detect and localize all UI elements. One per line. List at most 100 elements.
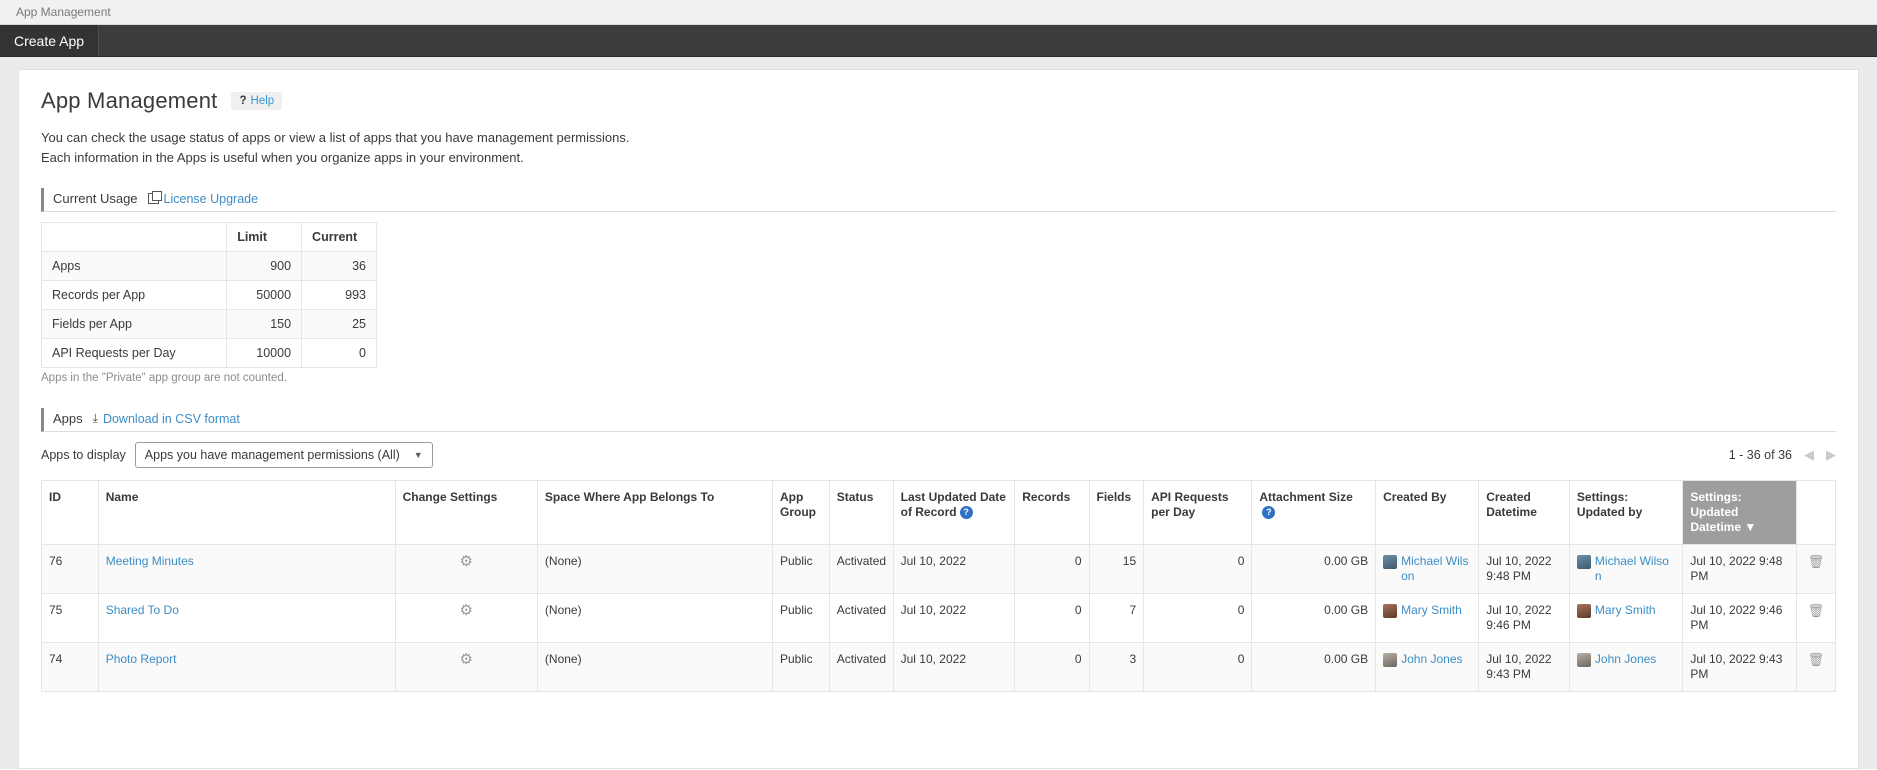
- apps-col-settings-updated-by[interactable]: Settings: Updated by: [1568, 480, 1684, 545]
- cell-created-by[interactable]: John Jones: [1375, 642, 1480, 692]
- usage-limit: 900: [226, 251, 303, 281]
- apps-col-api-requests[interactable]: API Requests per Day: [1143, 480, 1253, 545]
- cell-app-group: Public: [771, 642, 830, 692]
- apps-col-settings-updated-datetime-label: Settings: Updated Datetime: [1690, 490, 1742, 534]
- created-by-link[interactable]: John Jones: [1401, 652, 1462, 667]
- gear-icon[interactable]: ⚙: [460, 603, 473, 618]
- gear-icon[interactable]: ⚙: [460, 652, 473, 667]
- apps-col-fields[interactable]: Fields: [1088, 480, 1145, 545]
- apps-col-space[interactable]: Space Where App Belongs To: [536, 480, 773, 545]
- usage-label: Records per App: [40, 280, 228, 310]
- cell-delete[interactable]: 🗑: [1795, 593, 1837, 643]
- apps-to-display-select[interactable]: Apps you have management permissions (Al…: [134, 442, 433, 468]
- help-bubble-icon[interactable]: ?: [1262, 506, 1276, 520]
- help-bubble-icon[interactable]: ?: [959, 506, 973, 520]
- cell-change-settings[interactable]: ⚙: [394, 544, 538, 594]
- cell-space: (None): [536, 593, 773, 643]
- usage-current: 993: [301, 280, 377, 310]
- cell-api-requests: 0: [1143, 642, 1253, 692]
- license-upgrade-label: License Upgrade: [163, 191, 259, 206]
- apps-col-attachment-size[interactable]: Attachment Size?: [1251, 480, 1377, 545]
- cell-change-settings[interactable]: ⚙: [394, 593, 538, 643]
- avatar: [1576, 653, 1591, 667]
- pagination-next-icon[interactable]: ▶: [1826, 447, 1836, 463]
- cell-name[interactable]: Photo Report: [97, 642, 396, 692]
- breadcrumb: App Management: [16, 5, 111, 19]
- cell-name[interactable]: Meeting Minutes: [97, 544, 396, 594]
- usage-col-current: Current: [301, 222, 377, 252]
- cell-settings-updated-by[interactable]: Michael Wilson: [1568, 544, 1684, 594]
- pagination-count: 1 - 36 of 36: [1728, 448, 1792, 462]
- trash-icon[interactable]: 🗑: [1808, 652, 1825, 667]
- apps-col-created-by[interactable]: Created By: [1375, 480, 1480, 545]
- created-by-link[interactable]: Michael Wilson: [1401, 554, 1471, 584]
- pagination-prev-icon[interactable]: ◀: [1804, 447, 1814, 463]
- current-usage-table: Limit Current Apps 900 36 Records per Ap…: [40, 222, 377, 368]
- table-row[interactable]: 76 Meeting Minutes ⚙ (None) Public Activ…: [41, 544, 1837, 594]
- cell-settings-updated-by[interactable]: Mary Smith: [1568, 593, 1684, 643]
- table-row[interactable]: 75 Shared To Do ⚙ (None) Public Activate…: [41, 593, 1837, 643]
- apps-table: ID Name Change Settings Space Where App …: [41, 480, 1837, 692]
- table-row[interactable]: 74 Photo Report ⚙ (None) Public Activate…: [41, 642, 1837, 692]
- usage-header-row: Limit Current: [40, 222, 377, 252]
- apps-col-created-datetime[interactable]: Created Datetime: [1478, 480, 1570, 545]
- download-csv-label: Download in CSV format: [102, 411, 240, 426]
- app-name-link[interactable]: Photo Report: [106, 652, 177, 666]
- apps-col-change-settings[interactable]: Change Settings: [394, 480, 538, 545]
- cell-space: (None): [536, 544, 773, 594]
- apps-col-name[interactable]: Name: [97, 480, 396, 545]
- apps-col-last-updated-record[interactable]: Last Updated Date of Record?: [892, 480, 1016, 545]
- apps-col-app-group[interactable]: App Group: [771, 480, 830, 545]
- cell-api-requests: 0: [1143, 544, 1253, 594]
- apps-filter-left: Apps to display Apps you have management…: [41, 442, 433, 468]
- create-app-button[interactable]: Create App: [0, 25, 100, 56]
- avatar: [1383, 604, 1398, 618]
- page-title: App Management: [41, 88, 218, 113]
- cell-delete[interactable]: 🗑: [1795, 544, 1837, 594]
- settings-updated-by-link[interactable]: John Jones: [1595, 652, 1656, 667]
- cell-created-by[interactable]: Michael Wilson: [1375, 544, 1480, 594]
- cell-status: Activated: [828, 642, 894, 692]
- apps-col-settings-updated-datetime[interactable]: Settings: Updated Datetime ▼: [1682, 480, 1797, 545]
- cell-settings-updated-by[interactable]: John Jones: [1568, 642, 1684, 692]
- apps-col-attachment-size-label: Attachment Size: [1259, 490, 1353, 504]
- cell-fields: 7: [1088, 593, 1145, 643]
- trash-icon[interactable]: 🗑: [1808, 603, 1825, 618]
- app-name-link[interactable]: Shared To Do: [106, 603, 179, 617]
- app-name-link[interactable]: Meeting Minutes: [106, 554, 194, 568]
- created-by-link[interactable]: Mary Smith: [1401, 603, 1462, 618]
- cell-records: 0: [1014, 544, 1090, 594]
- settings-updated-by-link[interactable]: Michael Wilson: [1595, 554, 1675, 584]
- apps-col-id[interactable]: ID: [41, 480, 99, 545]
- apps-col-status[interactable]: Status: [828, 480, 894, 545]
- license-upgrade-link[interactable]: License Upgrade: [147, 191, 259, 206]
- cell-created-datetime: Jul 10, 2022 9:46 PM: [1478, 593, 1570, 643]
- apps-col-actions: [1795, 480, 1837, 545]
- usage-limit: 10000: [226, 338, 303, 368]
- cell-delete[interactable]: 🗑: [1795, 642, 1837, 692]
- cell-name[interactable]: Shared To Do: [97, 593, 396, 643]
- settings-updated-by-link[interactable]: Mary Smith: [1595, 603, 1656, 618]
- help-button[interactable]: ? Help: [231, 92, 283, 110]
- page-description: You can check the usage status of apps o…: [41, 128, 1836, 168]
- title-row: App Management ? Help: [41, 88, 1836, 114]
- usage-row-api-requests-per-day: API Requests per Day 10000 0: [40, 338, 377, 368]
- apps-heading: Apps: [53, 411, 83, 426]
- cell-id: 76: [41, 544, 99, 594]
- apps-col-records[interactable]: Records: [1014, 480, 1090, 545]
- cell-status: Activated: [828, 544, 894, 594]
- sort-descending-icon: ▼: [1744, 520, 1757, 534]
- download-csv-link[interactable]: ⤓ Download in CSV format: [93, 411, 240, 426]
- usage-current: 25: [301, 309, 377, 339]
- gear-icon[interactable]: ⚙: [460, 554, 473, 569]
- create-app-label: Create App: [14, 32, 85, 49]
- current-usage-heading: Current Usage: [53, 191, 138, 206]
- cell-attachment-size: 0.00 GB: [1251, 642, 1377, 692]
- cell-change-settings[interactable]: ⚙: [394, 642, 538, 692]
- trash-icon[interactable]: 🗑: [1808, 554, 1825, 569]
- content-card: App Management ? Help You can check the …: [18, 69, 1859, 769]
- cell-settings-updated-datetime: Jul 10, 2022 9:43 PM: [1682, 642, 1797, 692]
- question-mark-icon: ?: [239, 95, 247, 107]
- cell-created-by[interactable]: Mary Smith: [1375, 593, 1480, 643]
- apps-section-header: Apps ⤓ Download in CSV format: [41, 408, 1836, 432]
